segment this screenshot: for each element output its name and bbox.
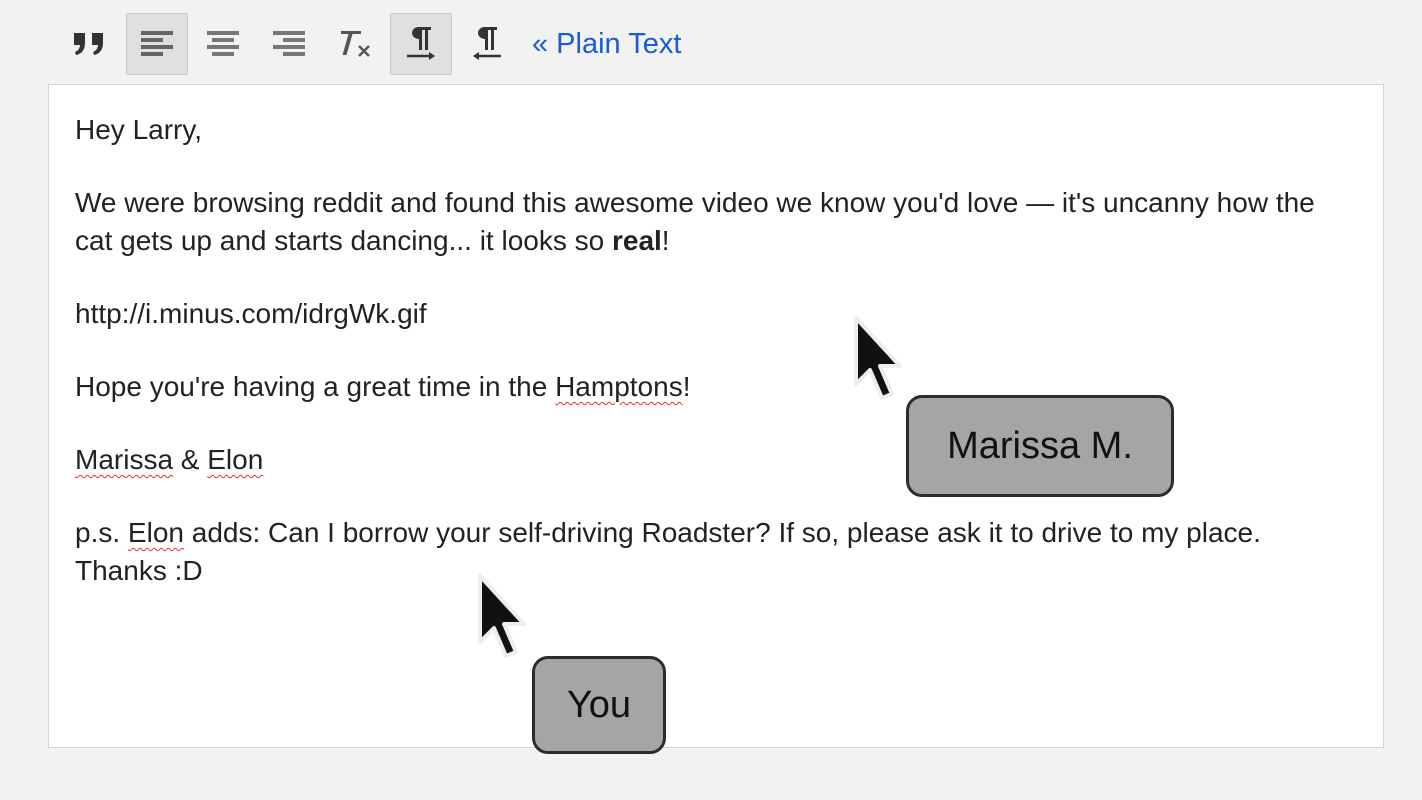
ltr-text-button[interactable] [390,13,452,75]
signature-name-marissa: Marissa [75,444,174,475]
plain-text-link[interactable]: « Plain Text [532,29,681,59]
postscript-prefix: p.s. [75,517,128,548]
misspelled-word: Hamptons [555,371,683,402]
message-body-editor[interactable]: Hey Larry, We were browsing reddit and f… [48,84,1384,748]
collaborator-tag-marissa: Marissa M. [906,395,1174,497]
align-right-icon [273,31,305,56]
collaborator-tag-you: You [532,656,666,754]
mouse-pointer-icon [478,574,526,658]
quote-button[interactable] [60,13,122,75]
align-left-icon [141,31,173,56]
rtl-text-icon [473,27,501,60]
message-body-text: Hey Larry, We were browsing reddit and f… [75,111,1315,625]
paragraph-video-end: ! [661,225,670,256]
paragraph-hamptons-end: ! [682,371,691,402]
bold-word: real [611,225,662,256]
formatting-toolbar: « Plain Text [60,12,681,76]
signature-name-elon: Elon [207,444,264,475]
postscript: p.s. Elon adds: Can I borrow your self-d… [75,514,1315,590]
paragraph-video: We were browsing reddit and found this a… [75,184,1315,260]
mouse-pointer-icon [854,316,902,400]
signature-ampersand: & [173,444,208,475]
paragraph-hamptons-text: Hope you're having a great time in the [75,371,556,402]
remove-formatting-button[interactable] [324,13,386,75]
quote-icon [74,33,103,55]
ltr-text-icon [407,27,435,60]
misspelled-word: Elon [127,517,184,548]
gif-link: http://i.minus.com/idrgWk.gif [75,298,427,329]
paragraph-video-text: We were browsing reddit and found this a… [75,187,1315,256]
align-center-button[interactable] [192,13,254,75]
align-right-button[interactable] [258,13,320,75]
align-left-button[interactable] [126,13,188,75]
remove-formatting-icon [341,31,370,57]
greeting: Hey Larry, [75,114,203,145]
rtl-text-button[interactable] [456,13,518,75]
postscript-text: adds: Can I borrow your self-driving Roa… [75,517,1261,586]
align-center-icon [207,31,239,56]
